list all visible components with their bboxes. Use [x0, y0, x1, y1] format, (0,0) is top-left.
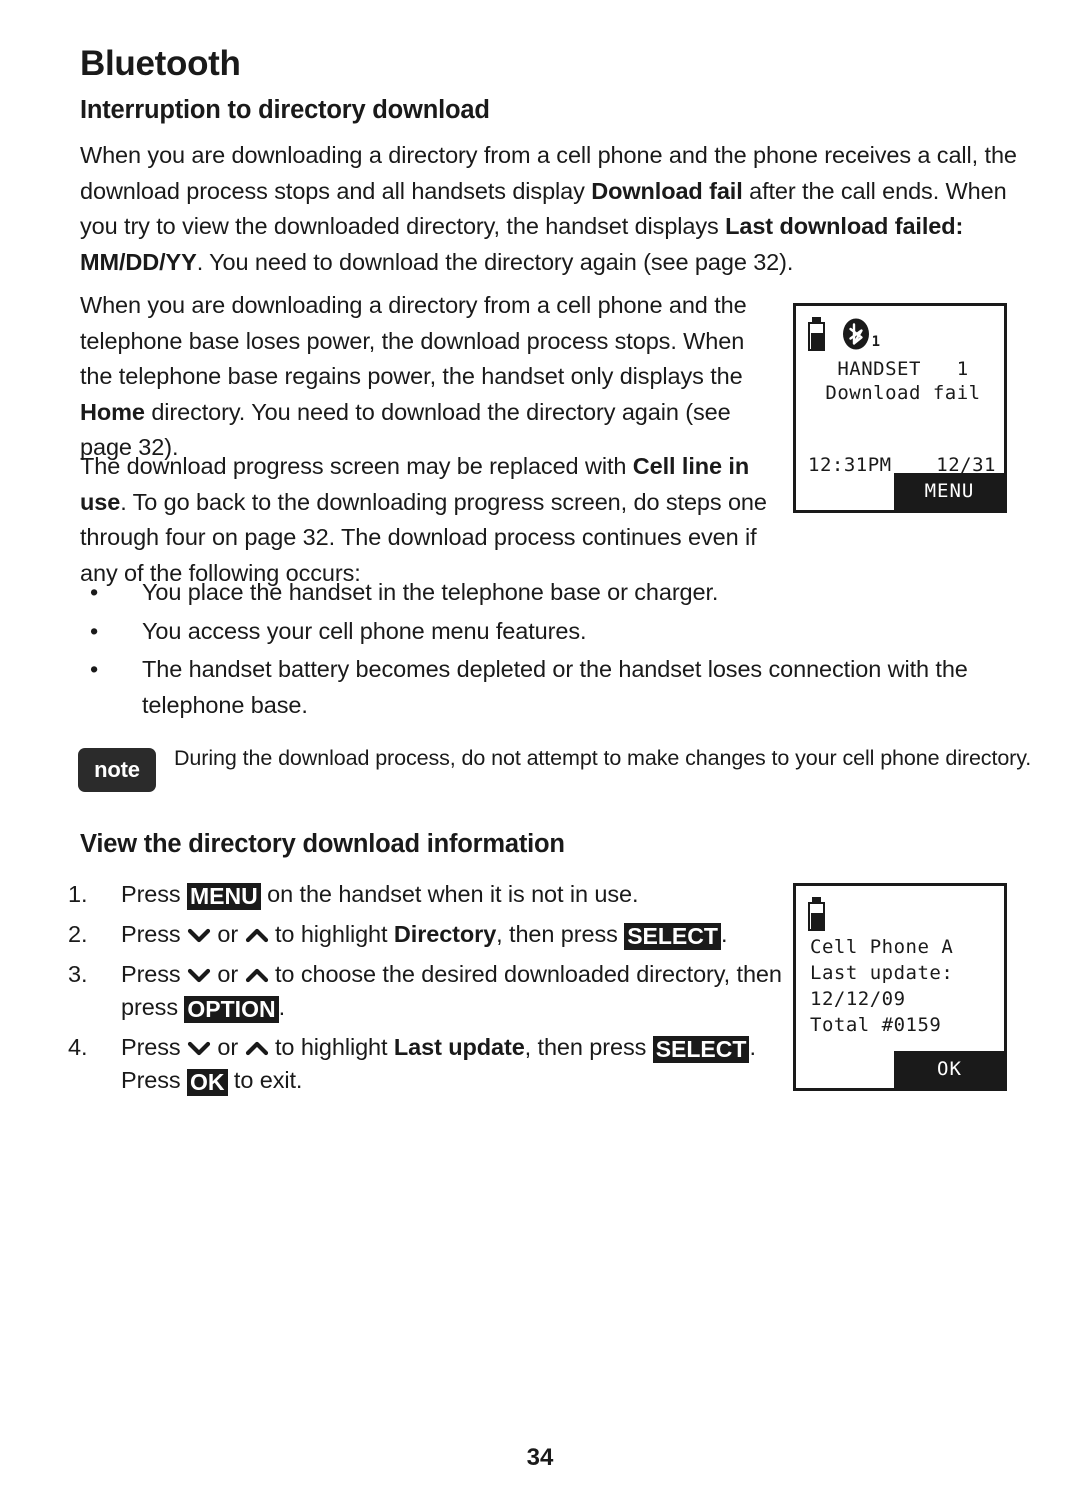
step-text-run: Press	[121, 921, 187, 947]
step-number: 3.	[68, 961, 88, 987]
numbered-step: 3. Press or to choose the desired downloa…	[68, 958, 788, 1024]
list-item: • The handset battery becomes depleted o…	[80, 652, 1030, 723]
list-item-text: You place the handset in the telephone b…	[142, 579, 719, 605]
para3-part1: The download progress screen may be repl…	[80, 453, 633, 479]
step-text-run: to exit.	[227, 1067, 303, 1093]
numbered-step: 2. Press or to highlight Directory, then …	[68, 918, 788, 951]
step-text-run: Press	[121, 1034, 187, 1060]
step-text: Press or to choose the desired downloade…	[121, 961, 782, 1023]
bullet-marker-icon: •	[90, 617, 99, 644]
softkey-label-menu[interactable]: MENU	[187, 883, 261, 910]
paragraph-interruption-1: When you are downloading a directory fro…	[80, 138, 1020, 280]
list-item: • You access your cell phone menu featur…	[80, 614, 1030, 650]
step-text-run: or	[211, 921, 245, 947]
lcd-time: 12:31PM	[808, 454, 892, 476]
battery-icon	[808, 317, 825, 351]
bullet-marker-icon: •	[90, 656, 99, 682]
bullet-marker-icon: •	[90, 579, 99, 605]
chevron-down-icon	[187, 926, 211, 944]
numbered-step: 4. Press or to highlight Last update, the…	[68, 1031, 788, 1097]
step-text-run: or	[211, 961, 245, 987]
lcd-screen-download-fail: 1 HANDSET 1 Download fail 12:31PM 12/31 …	[793, 303, 1007, 513]
lcd-line-date: 12/12/09	[810, 988, 906, 1010]
softkey-label-ok[interactable]: OK	[187, 1069, 228, 1096]
step-number: 4.	[68, 1034, 88, 1060]
note-text: During the download process, do not atte…	[174, 746, 1032, 770]
lcd-line-total: Total #0159	[810, 1014, 942, 1036]
step-number: 2.	[68, 921, 88, 947]
lcd-line-download-fail: Download fail	[825, 382, 981, 404]
lcd-line-cell-phone: Cell Phone A	[810, 936, 954, 958]
section-heading-view-info: View the directory download information	[80, 830, 565, 858]
para2-part1: When you are downloading a directory fro…	[80, 292, 747, 389]
chevron-down-icon	[187, 966, 211, 984]
step-text-run: , then press	[524, 1034, 653, 1060]
step-number: 1.	[68, 881, 88, 907]
lcd-status-bar: 1	[808, 314, 880, 354]
paragraph-interruption-3: The download progress screen may be repl…	[80, 449, 790, 591]
step-text-run: .	[720, 921, 728, 947]
emphasis-text: Directory	[393, 921, 497, 947]
lcd-status-bar	[808, 894, 825, 934]
para3-part2: . To go back to the downloading progress…	[80, 488, 767, 586]
bluetooth-icon: 1	[841, 317, 880, 351]
step-text-run: .	[278, 994, 286, 1020]
paragraph-interruption-2: When you are downloading a directory fro…	[80, 288, 780, 466]
step-text-run: , then press	[496, 921, 625, 947]
manual-page: Bluetooth Interruption to directory down…	[0, 0, 1080, 1512]
lcd-softkey-menu[interactable]: MENU	[894, 473, 1004, 510]
numbered-step: 1. Press MENU on the handset when it is n…	[68, 878, 788, 911]
chevron-up-icon	[245, 966, 269, 984]
chevron-down-icon	[187, 1039, 211, 1057]
step-text-run: on the handset when it is not in use.	[260, 881, 639, 907]
list-item: • You place the handset in the telephone…	[80, 575, 1030, 611]
note-badge: note	[78, 748, 156, 792]
battery-icon	[808, 897, 825, 931]
para1-bold1: Download fail	[591, 177, 743, 204]
chevron-up-icon	[245, 1039, 269, 1057]
step-text-run: or	[211, 1034, 245, 1060]
step-text: Press or to highlight Directory, then pr…	[121, 921, 728, 950]
softkey-label-select[interactable]: SELECT	[624, 923, 721, 950]
lcd-line-handset: HANDSET 1	[837, 358, 969, 380]
step-text-run: Press	[121, 881, 187, 907]
lcd-softkey-ok[interactable]: OK	[894, 1051, 1004, 1088]
chevron-up-icon	[245, 926, 269, 944]
step-text-run: to highlight	[268, 921, 394, 947]
para1-part3: . You need to download the directory aga…	[196, 248, 794, 275]
page-number: 34	[526, 1444, 554, 1471]
step-text-run: Press	[121, 961, 187, 987]
chapter-title: Bluetooth	[80, 44, 241, 83]
list-item-text: The handset battery becomes depleted or …	[142, 656, 968, 718]
lcd-line-last-update: Last update:	[810, 962, 954, 984]
section-heading-interruption: Interruption to directory download	[80, 96, 490, 124]
step-text: Press or to highlight Last update, then …	[121, 1034, 756, 1096]
para2-bold1: Home	[80, 398, 145, 425]
numbered-steps-list: 1. Press MENU on the handset when it is n…	[68, 878, 788, 1104]
bullet-list: • You place the handset in the telephone…	[80, 575, 1030, 726]
list-item-text: You access your cell phone menu features…	[142, 617, 587, 644]
bluetooth-subscript: 1	[871, 334, 880, 350]
softkey-label-option[interactable]: OPTION	[184, 996, 279, 1023]
softkey-label-select[interactable]: SELECT	[652, 1036, 750, 1063]
emphasis-text: Last update	[393, 1034, 525, 1060]
step-text: Press MENU on the handset when it is not…	[121, 881, 639, 910]
step-text-run: to highlight	[268, 1034, 394, 1060]
lcd-screen-last-update: Cell Phone A Last update: 12/12/09 Total…	[793, 883, 1007, 1091]
